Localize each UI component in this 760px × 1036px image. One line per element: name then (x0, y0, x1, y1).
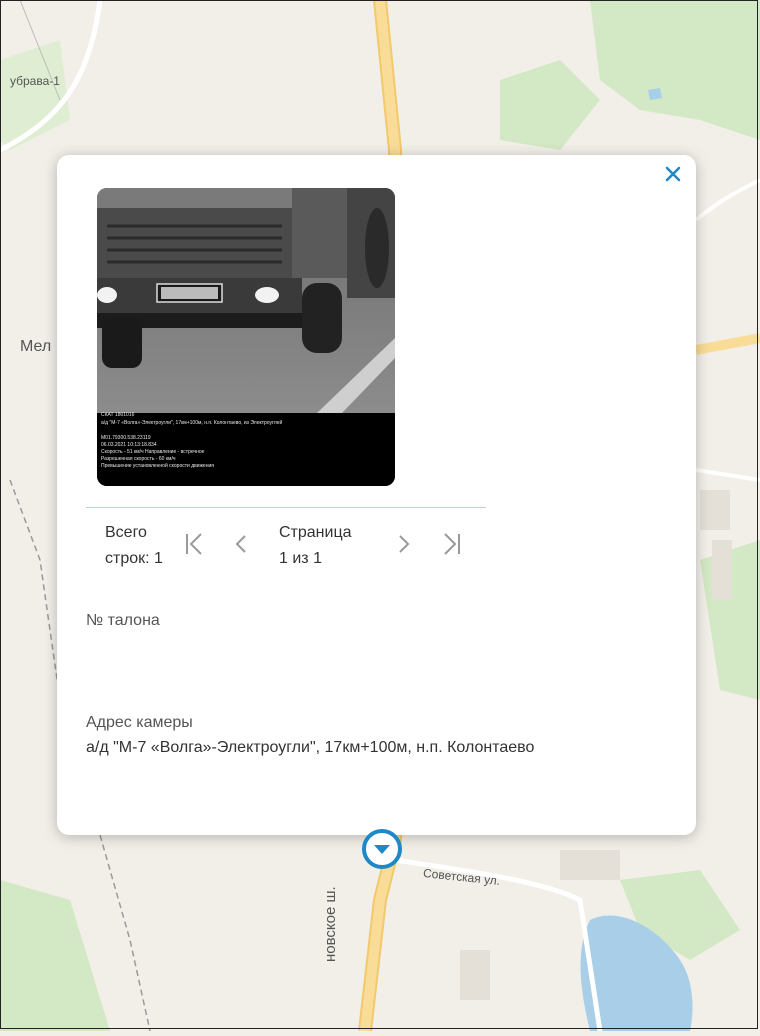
pager-page-label: Страница (279, 524, 352, 541)
camera-marker-icon (362, 829, 402, 869)
photo-overlay-line: Превышение установленной скорости движен… (101, 462, 214, 469)
first-page-button[interactable] (183, 531, 205, 557)
close-icon (665, 166, 681, 182)
map-label-dubrava: убрава-1 (10, 74, 60, 88)
photo-pager: Всего строк: 1 Страница 1 из 1 (57, 517, 557, 587)
chevron-right-icon (399, 535, 410, 553)
violation-photo[interactable]: СКАТ 1801016 а/д "М-7 «Волга»-Электроугл… (97, 188, 395, 486)
truck-photo-image: СКАТ 1801016 а/д "М-7 «Волга»-Электроугл… (97, 188, 395, 486)
photo-overlay-line: Скорость - 51 км/ч Направление - встречн… (101, 449, 205, 455)
ticket-number-label: № талона (86, 612, 160, 629)
camera-address-label: Адрес камеры (86, 714, 193, 731)
pager-total-label: Всего (105, 524, 147, 541)
photo-overlay-line: СКАТ 1801016 (101, 412, 135, 418)
photo-overlay-line: а/д "М-7 «Волга»-Электроугли", 17км+100м… (101, 419, 282, 426)
map-label-mel: Мел (20, 338, 52, 355)
last-page-icon (444, 533, 460, 555)
close-button[interactable] (660, 161, 686, 187)
prev-page-button[interactable] (230, 531, 252, 557)
map-label-shosse: новское ш. (322, 886, 339, 962)
next-page-button[interactable] (393, 531, 415, 557)
pager-page-value: 1 из 1 (279, 550, 322, 567)
last-page-button[interactable] (441, 531, 463, 557)
camera-map-marker[interactable] (361, 828, 403, 874)
photo-overlay-line: Разрешенная скорость - 60 км/ч (101, 456, 176, 462)
photo-overlay-line: 06.03.2021 10:13:18.834 (101, 442, 157, 448)
pager-total-count: строк: 1 (105, 550, 163, 567)
photo-overlay-line: М01.79300.538.23119 (101, 435, 151, 441)
first-page-icon (186, 533, 202, 555)
chevron-left-icon (235, 535, 246, 553)
photo-divider (86, 507, 486, 508)
camera-address-value: а/д "М-7 «Волга»-Электроугли", 17км+100м… (86, 739, 535, 756)
camera-popup: СКАТ 1801016 а/д "М-7 «Волга»-Электроугл… (57, 155, 696, 835)
